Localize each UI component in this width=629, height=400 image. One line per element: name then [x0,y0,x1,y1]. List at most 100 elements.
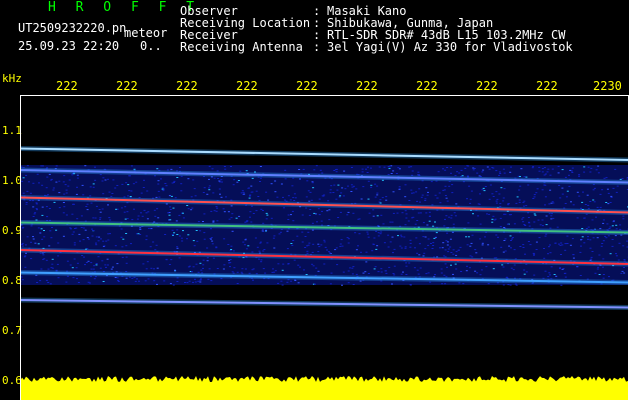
noise-speck [92,268,95,270]
noise-speck [329,252,331,254]
noise-speck [291,210,294,212]
noise-speck [186,238,188,240]
noise-speck [603,177,606,179]
noise-speck [403,236,406,238]
noise-speck [485,266,488,268]
noise-speck [111,193,114,194]
spectrogram-svg [20,146,629,400]
noise-speck [609,253,612,255]
noise-speck [230,166,232,167]
noise-speck [305,207,308,209]
noise-speck [509,171,512,173]
noise-speck [225,196,227,198]
noise-speck [157,183,160,185]
noise-speck [439,202,442,204]
noise-speck [502,284,505,286]
noise-speck [487,283,490,285]
noise-speck [448,216,451,218]
noise-speck [513,223,516,225]
noise-speck [379,202,382,204]
noise-speck [442,189,445,191]
noise-speck [478,175,481,177]
noise-speck [486,213,488,215]
noise-speck [192,240,195,242]
noise-speck [549,189,552,191]
noise-speck [425,273,428,275]
noise-speck [146,261,149,263]
noise-speck [578,175,581,177]
noise-speck [145,235,148,237]
noise-speck [138,280,140,282]
noise-speck [502,200,505,202]
noise-speck [206,257,209,259]
noise-speck [495,200,498,202]
noise-speck [280,280,283,282]
noise-speck [545,224,548,226]
noise-speck [347,270,350,272]
noise-speck [220,196,223,198]
noise-speck [255,210,258,212]
noise-speck [537,219,540,221]
noise-speck [139,227,142,229]
noise-speck [609,202,612,203]
noise-speck [400,273,403,275]
noise-speck [370,184,373,186]
noise-speck [503,227,506,228]
noise-speck [203,213,206,215]
noise-speck [199,279,202,281]
noise-speck [263,249,266,250]
noise-speck [117,280,120,281]
noise-speck [466,165,469,167]
noise-speck [111,266,114,268]
noise-speck [465,236,468,238]
noise-speck [222,268,225,270]
noise-speck [335,171,338,173]
noise-speck [335,198,338,200]
noise-speck [72,277,75,279]
noise-speck [392,273,395,274]
noise-speck [468,185,471,187]
noise-speck [503,188,506,190]
noise-speck [273,235,276,237]
noise-speck [142,263,145,265]
noise-speck [448,185,451,187]
noise-speck [544,196,547,198]
noise-speck [318,246,321,248]
noise-speck [444,218,446,220]
noise-speck [329,192,332,194]
trace-line [20,299,629,309]
noise-speck [444,283,447,285]
noise-speck [564,203,567,204]
noise-speck [507,203,510,204]
noise-speck [186,282,189,284]
noise-speck [333,184,336,186]
noise-speck [215,206,218,208]
noise-speck [244,268,247,270]
noise-speck [424,198,427,200]
noise-speck [312,187,315,189]
noise-speck [471,234,474,236]
noise-speck [607,192,610,194]
noise-speck [398,188,401,190]
noise-speck [449,246,452,248]
noise-speck [220,179,223,181]
noise-speck [576,191,579,193]
file-name: UT2509232220.pn [18,21,127,35]
noise-speck [157,217,160,219]
noise-speck [227,211,230,213]
noise-speck [125,256,128,258]
noise-speck [230,249,233,250]
noise-speck [81,184,84,186]
noise-speck [100,238,102,240]
noise-speck [459,246,462,248]
noise-speck [190,196,193,198]
noise-speck [298,169,301,170]
noise-speck [333,170,336,171]
noise-speck [79,240,81,242]
noise-speck [81,255,84,256]
noise-speck [527,184,530,186]
noise-speck [30,225,33,227]
x-tick-label: 2230 [593,79,622,93]
noise-speck [318,214,321,216]
noise-speck [380,271,383,273]
